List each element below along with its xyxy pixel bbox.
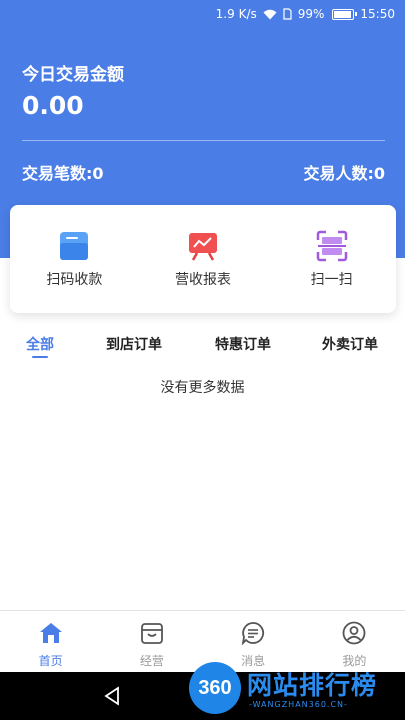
scan-label: 扫一扫	[310, 272, 353, 288]
transaction-count: 交易笔数:0	[22, 164, 104, 183]
watermark-badge: 360	[189, 662, 241, 714]
active-tab-indicator	[32, 356, 48, 358]
back-icon[interactable]	[103, 686, 121, 710]
tab-in-store-orders[interactable]: 到店订单	[106, 334, 162, 354]
watermark-text: 网站排行榜	[247, 671, 378, 700]
clock: 15:50	[360, 7, 395, 21]
order-tabs: 全部 到店订单 特惠订单 外卖订单	[0, 330, 405, 360]
nav-business-label: 经营	[139, 654, 164, 668]
user-icon	[342, 621, 366, 649]
sim-icon	[283, 8, 292, 20]
quick-actions-card: 扫码收款 营收报表 扫一扫	[10, 205, 396, 313]
battery-percent: 99%	[297, 7, 325, 21]
message-icon	[241, 621, 265, 649]
network-speed: 1.9 K/s	[215, 7, 257, 21]
tab-discount-orders[interactable]: 特惠订单	[215, 334, 271, 354]
transaction-people: 交易人数:0	[303, 164, 385, 183]
header-divider	[22, 140, 385, 141]
scan-button[interactable]: 扫一扫	[267, 205, 396, 313]
scan-frame-icon	[315, 229, 349, 263]
wifi-icon	[263, 9, 277, 20]
page-title: 今日交易金额	[22, 65, 124, 85]
nav-home[interactable]: 首页	[0, 611, 101, 672]
scan-pay-icon	[57, 229, 91, 263]
empty-state-text: 没有更多数据	[160, 380, 245, 396]
tab-delivery-orders[interactable]: 外卖订单	[322, 334, 378, 354]
status-bar: 1.9 K/s 99% 15:50	[0, 0, 405, 28]
battery-icon	[332, 8, 358, 20]
nav-business[interactable]: 经营	[101, 611, 202, 672]
watermark: 360 网站排行榜 -WANGZHAN360.CN-	[189, 660, 399, 720]
scan-pay-label: 扫码收款	[46, 272, 103, 288]
today-amount: 0.00	[22, 91, 84, 120]
tab-all[interactable]: 全部	[26, 334, 54, 354]
screen: 1.9 K/s 99% 15:50 今日交易金额 0.00 交易笔数:0 交易人…	[0, 0, 405, 720]
report-button[interactable]: 营收报表	[139, 205, 268, 313]
box-icon	[140, 621, 164, 649]
nav-home-label: 首页	[38, 654, 63, 668]
report-label: 营收报表	[175, 272, 231, 288]
watermark-subtext: -WANGZHAN360.CN-	[249, 700, 348, 709]
scan-pay-button[interactable]: 扫码收款	[10, 205, 139, 313]
report-chart-icon	[186, 229, 220, 263]
home-icon	[38, 621, 64, 649]
